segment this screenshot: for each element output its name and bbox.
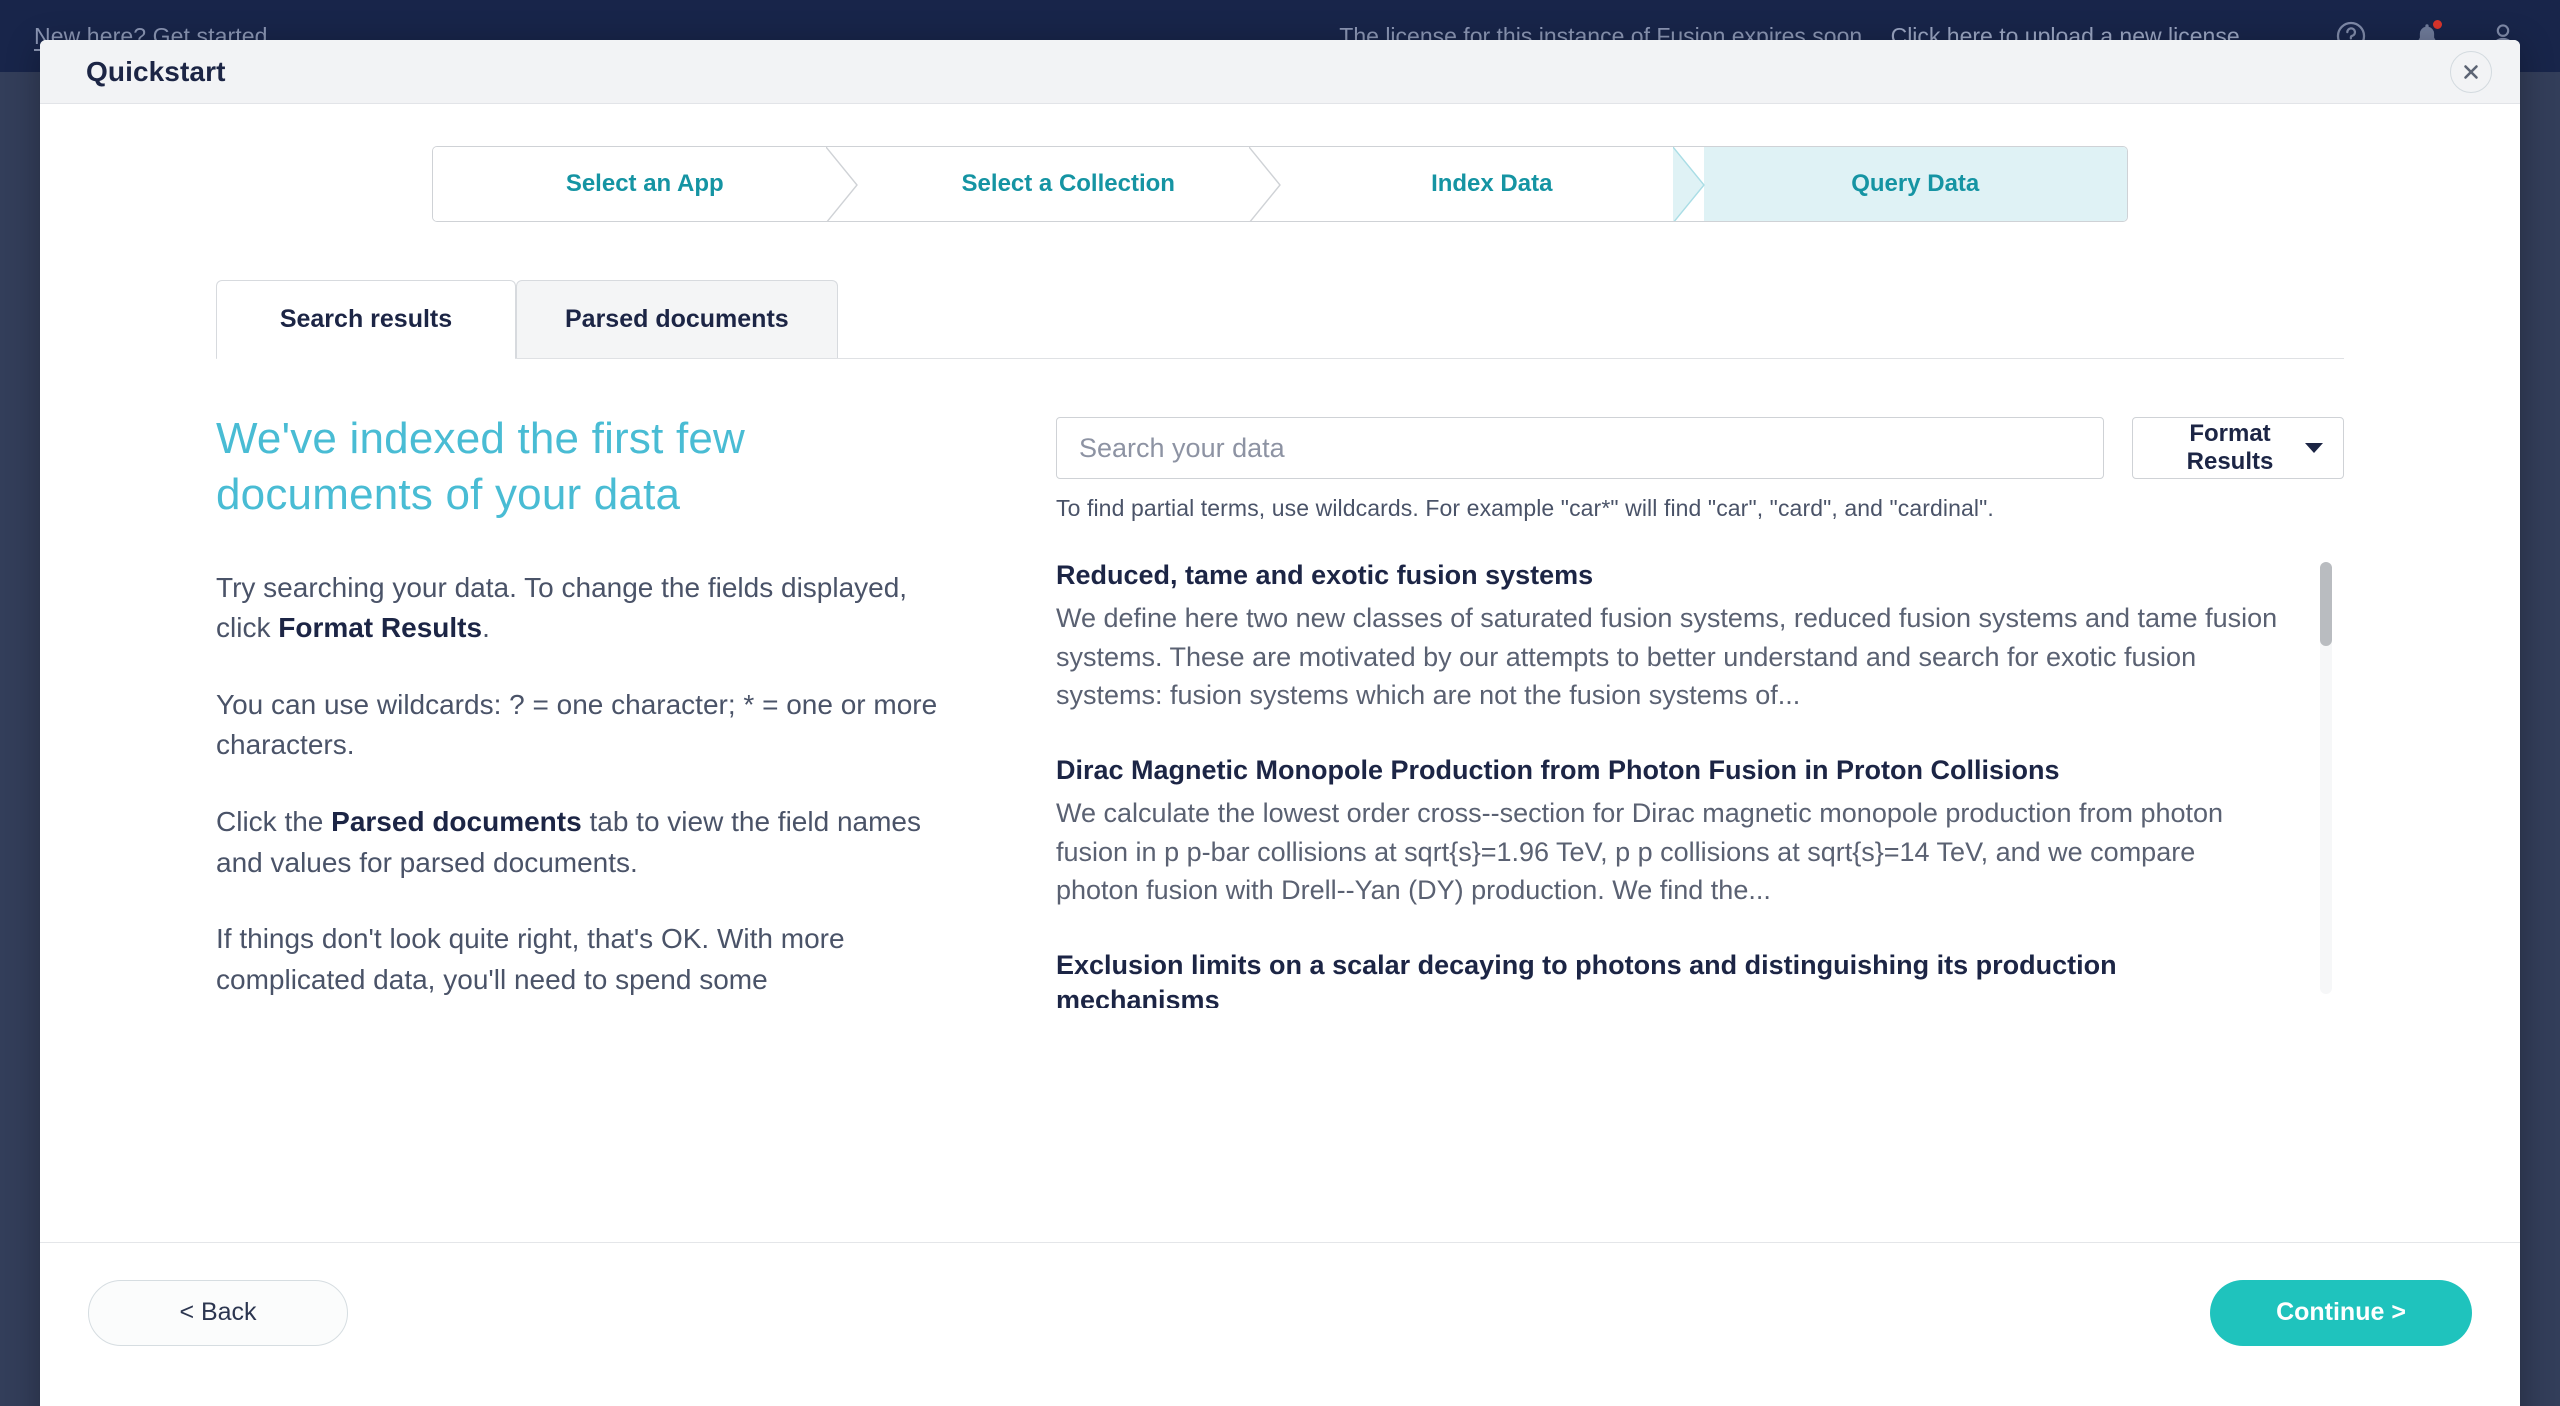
modal-body: Search results Parsed documents We've in… <box>40 222 2520 1036</box>
wizard-step-label: Select an App <box>565 170 724 197</box>
search-row: Format Results <box>1056 417 2344 479</box>
list-item[interactable]: Exclusion limits on a scalar decaying to… <box>1056 948 2284 1008</box>
paragraph-3-pre: Click the <box>216 806 332 837</box>
result-title[interactable]: Exclusion limits on a scalar decaying to… <box>1056 948 2284 1008</box>
paragraph-3-bold: Parsed documents <box>331 806 582 837</box>
result-title[interactable]: Reduced, tame and exotic fusion systems <box>1056 558 2284 593</box>
search-results-list: Reduced, tame and exotic fusion systems … <box>1056 558 2344 1008</box>
tab-bar: Search results Parsed documents <box>216 280 2520 359</box>
continue-button[interactable]: Continue > <box>2210 1279 2472 1346</box>
quickstart-modal: Quickstart Select an App Select a Collec… <box>40 40 2520 1406</box>
wizard-steps: Select an App Select a Collection Index … <box>432 146 2128 222</box>
tab-label: Parsed documents <box>565 305 789 333</box>
format-results-dropdown[interactable]: Format Results <box>2132 417 2344 479</box>
tab-search-results[interactable]: Search results <box>216 280 516 359</box>
modal-header: Quickstart <box>40 40 2520 104</box>
result-title[interactable]: Dirac Magnetic Monopole Production from … <box>1056 753 2284 788</box>
chevron-right-icon <box>1672 147 1705 221</box>
modal-footer: < Back Continue > <box>40 1242 2520 1382</box>
results-scrollbar-thumb[interactable] <box>2320 562 2332 646</box>
format-results-label: Format Results <box>2186 420 2274 475</box>
chevron-right-icon <box>825 147 858 221</box>
instructions-column: We've indexed the first few documents of… <box>216 411 1006 1036</box>
paragraph-1-post: . <box>482 612 490 644</box>
instructions-paragraph-1: Try searching your data. To change the f… <box>216 568 966 649</box>
tab-label: Search results <box>279 305 453 333</box>
list-item[interactable]: Reduced, tame and exotic fusion systems … <box>1056 558 2284 715</box>
instructions-paragraph-3: Click the Parsed documents tab to view t… <box>216 802 966 883</box>
list-item[interactable]: Dirac Magnetic Monopole Production from … <box>1056 753 2284 910</box>
search-hint-text: To find partial terms, use wildcards. Fo… <box>1056 495 1994 521</box>
result-snippet: We calculate the lowest order cross--sec… <box>1056 798 2224 906</box>
instructions-heading: We've indexed the first few documents of… <box>216 414 746 520</box>
page-title: Quickstart <box>86 55 226 87</box>
search-input[interactable] <box>1056 417 2104 479</box>
wizard-step-query-data[interactable]: Query Data <box>1703 147 2127 221</box>
search-column: Format Results To find partial terms, us… <box>1056 411 2344 1036</box>
chevron-right-icon <box>1249 147 1281 221</box>
result-snippet: We define here two new classes of satura… <box>1056 603 2278 711</box>
tab-parsed-documents[interactable]: Parsed documents <box>516 280 838 358</box>
wizard-step-index-data[interactable]: Index Data <box>1280 147 1705 221</box>
wizard-step-label: Index Data <box>1431 170 1553 197</box>
wizard-step-select-an-app[interactable]: Select an App <box>433 147 858 221</box>
close-icon[interactable] <box>2450 50 2492 93</box>
notification-badge <box>2431 18 2444 31</box>
instructions-paragraph-2: You can use wildcards: ? = one character… <box>216 688 938 761</box>
instructions-paragraph-4: If things don't look quite right, that's… <box>216 923 845 995</box>
paragraph-1-bold: Format Results <box>278 612 483 644</box>
chevron-down-icon <box>2305 443 2323 453</box>
wizard-step-select-a-collection[interactable]: Select a Collection <box>856 147 1281 221</box>
content-area: We've indexed the first few documents of… <box>40 411 2520 1036</box>
back-button[interactable]: < Back <box>88 1279 348 1346</box>
wizard-step-label: Query Data <box>1851 170 1980 197</box>
wizard-step-label: Select a Collection <box>961 170 1175 197</box>
